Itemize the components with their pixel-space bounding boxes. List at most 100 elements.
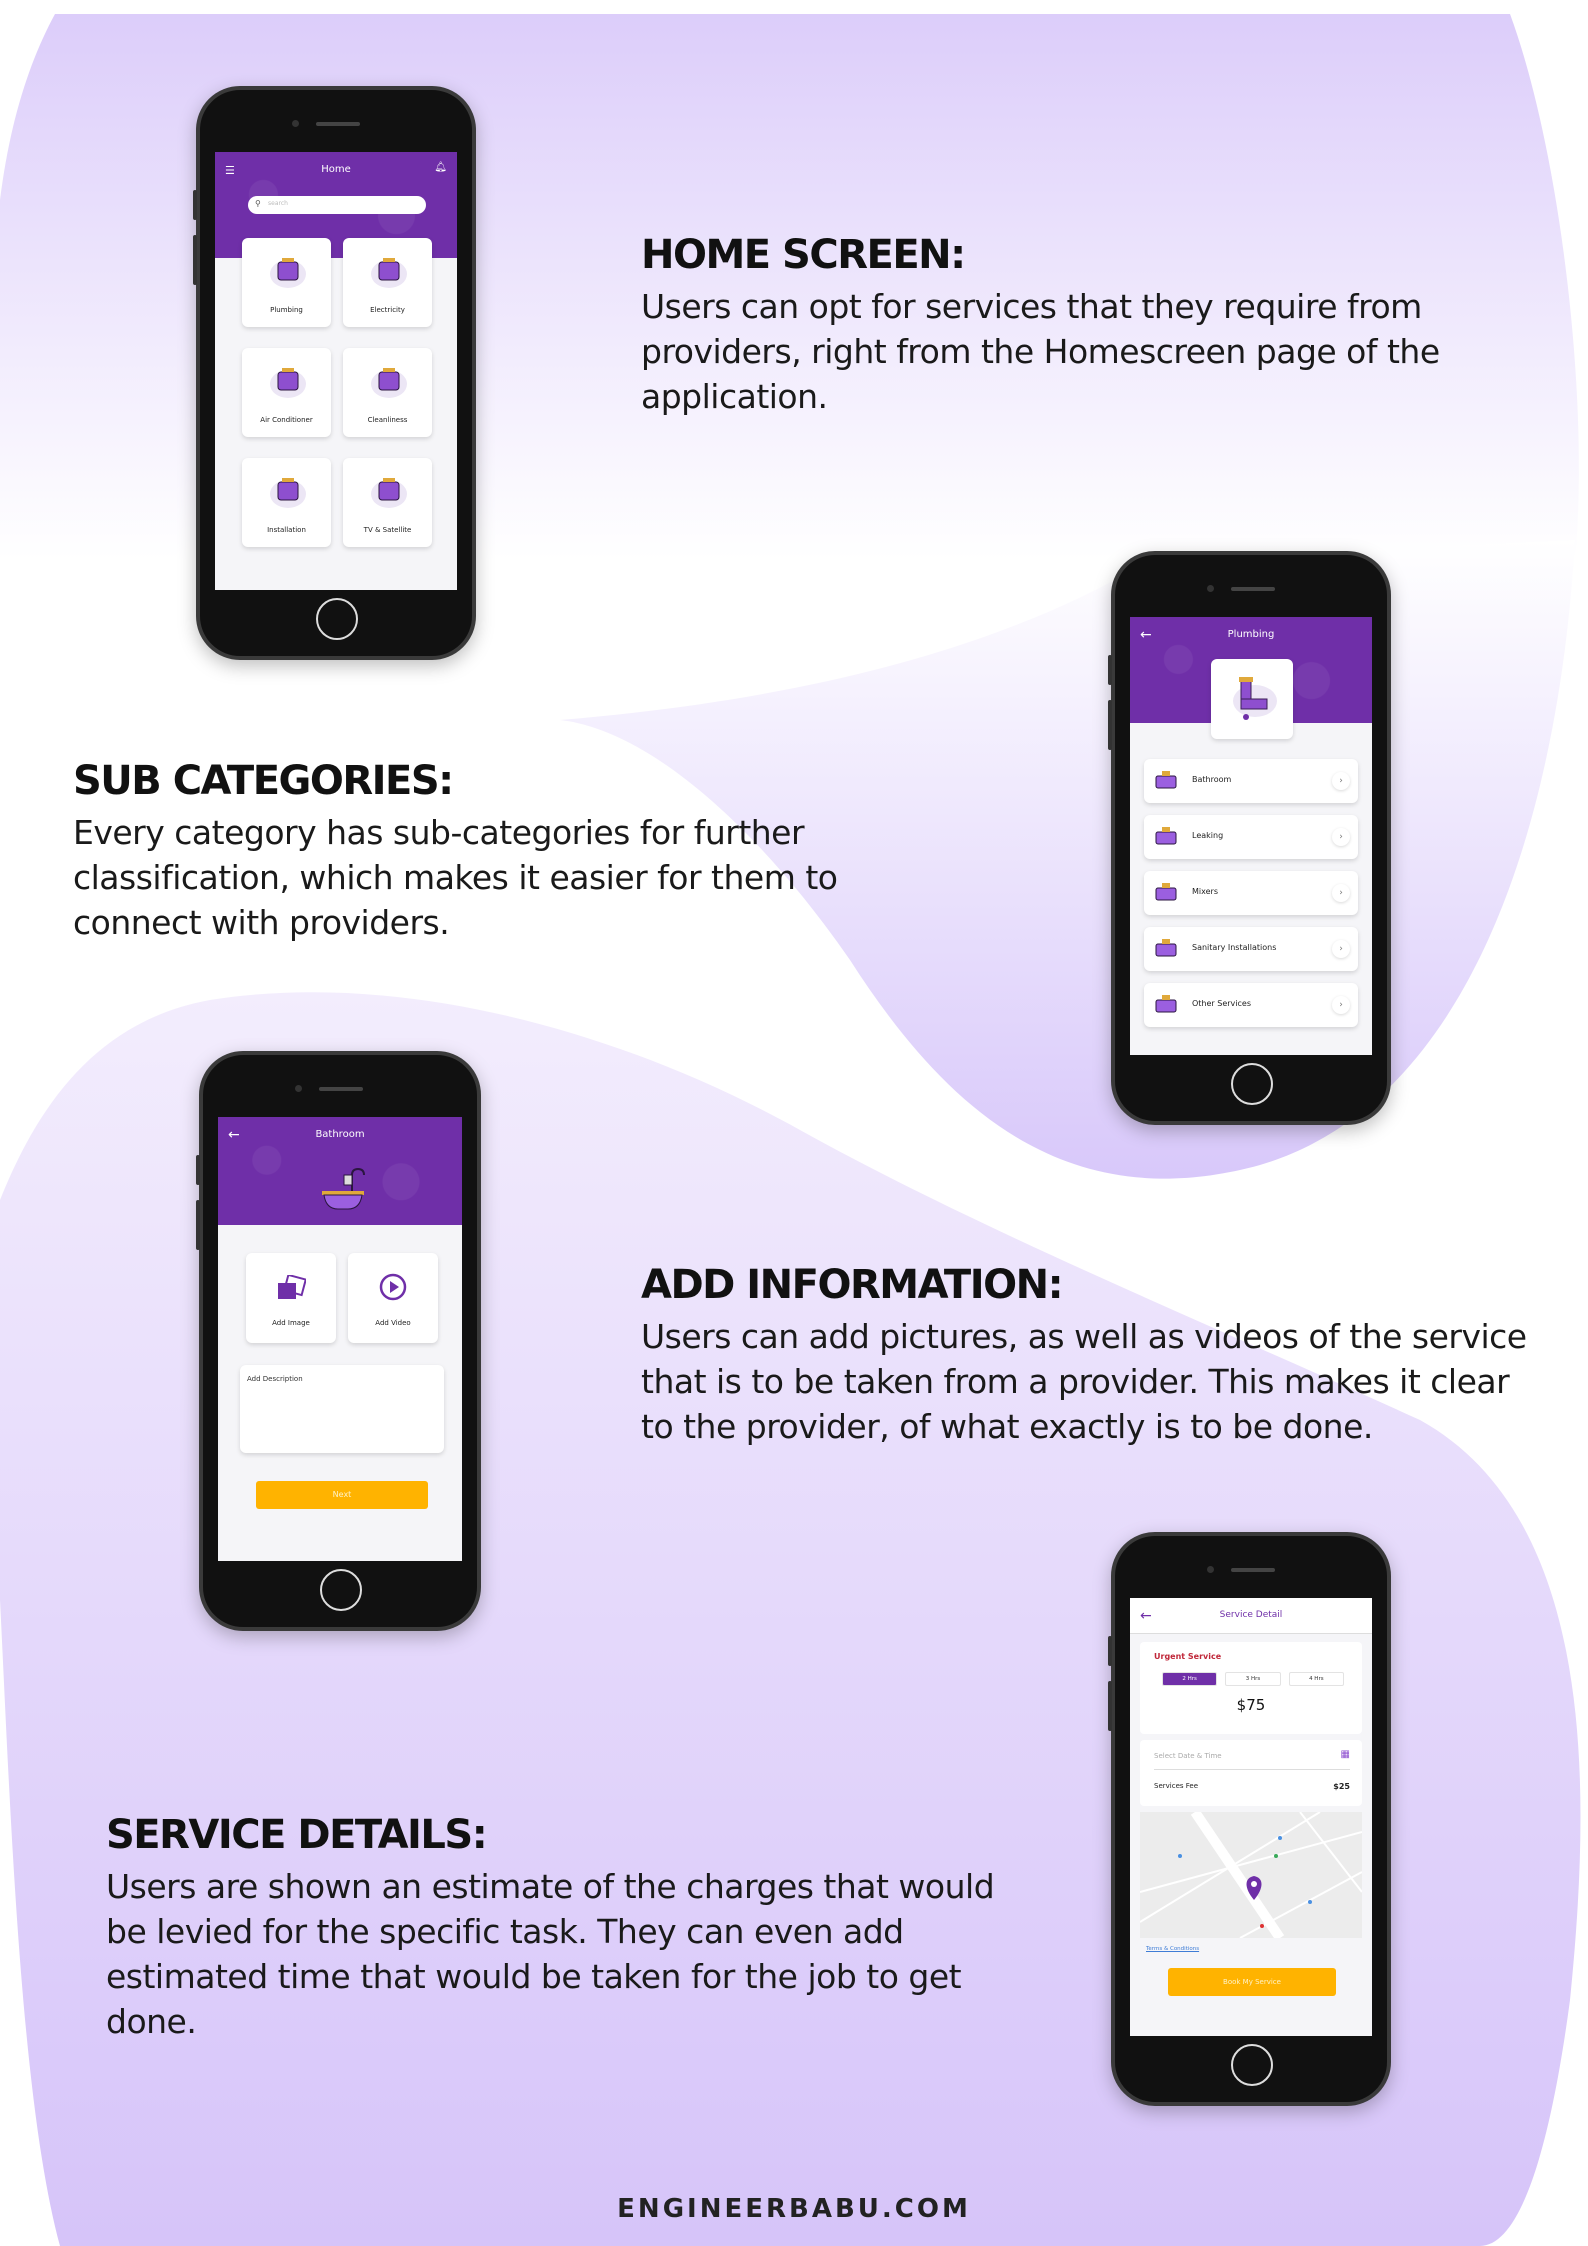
fee-value: $25 [1333, 1782, 1350, 1791]
price-value: $75 [1236, 1696, 1266, 1714]
subcategory-label: Leaking [1192, 831, 1224, 840]
category-card[interactable]: Air Conditioner [242, 348, 331, 437]
category-card[interactable]: TV & Satellite [343, 458, 432, 547]
plumbing-screen: ← Plumbing Bathroom › Leaking › Mixers › Sanit… [1130, 617, 1372, 1055]
image-icon [278, 1275, 306, 1299]
subcategory-item[interactable]: Bathroom › [1144, 759, 1358, 803]
add-image-label: Add Image [272, 1319, 310, 1327]
phone-plumbing: ← Plumbing Bathroom › Leaking › Mixers › Sanit… [1108, 551, 1391, 1125]
chevron-right-icon[interactable]: › [1332, 772, 1350, 790]
duration-option[interactable]: 2 Hrs [1162, 1672, 1218, 1686]
chevron-right-icon[interactable]: › [1332, 940, 1350, 958]
section-title: SERVICE DETAILS: [106, 1812, 488, 1858]
bathtub-icon [322, 1167, 365, 1210]
category-label: Electricity [370, 306, 405, 314]
section-body: Every category has sub-categories for fu… [73, 813, 838, 942]
play-icon [379, 1273, 407, 1301]
section-sub-categories: SUB CATEGORIES: Every category has sub-c… [73, 758, 873, 945]
home-button [1231, 2044, 1273, 2086]
screen-title: Home [321, 164, 351, 175]
subcategory-icon [1155, 883, 1177, 901]
screen-title: Service Detail [1219, 1610, 1283, 1620]
pipe-icon [1233, 677, 1277, 720]
home-button [1231, 1063, 1273, 1105]
air-conditioner-icon [270, 368, 306, 398]
subcategory-label: Bathroom [1192, 775, 1232, 784]
add-video-button[interactable]: Add Video [348, 1253, 438, 1343]
phone-service-detail: ← Service Detail Urgent Service 2 Hrs 3 H… [1108, 1532, 1391, 2106]
date-fee-card: Select Date & Time ▦ Services Fee $25 [1140, 1740, 1362, 1806]
subcategory-icon [1155, 771, 1177, 789]
chevron-right-icon[interactable]: › [1332, 828, 1350, 846]
book-label: Book My Service [1223, 1978, 1281, 1986]
description-input[interactable]: Add Description [240, 1365, 444, 1453]
map-view[interactable] [1140, 1812, 1362, 1938]
duration-option[interactable]: 4 Hrs [1288, 1672, 1344, 1686]
subcategory-item[interactable]: Mixers › [1144, 871, 1358, 915]
add-video-label: Add Video [375, 1319, 411, 1327]
section-title: SUB CATEGORIES: [73, 758, 454, 804]
subcategory-label: Sanitary Installations [1192, 943, 1277, 952]
subcategory-label: Mixers [1192, 887, 1218, 896]
gear-wrench-icon [270, 478, 306, 508]
section-body: Users can opt for services that they req… [641, 287, 1440, 416]
service-detail-screen: ← Service Detail Urgent Service 2 Hrs 3 H… [1130, 1598, 1372, 2036]
home-screen: ☰ Home 🔔︎ ⚲ search Plumbing Electricity Ai… [215, 152, 457, 590]
urgent-service-card: Urgent Service 2 Hrs 3 Hrs 4 Hrs $75 [1140, 1642, 1362, 1734]
terms-link[interactable]: Terms & Conditions [1146, 1946, 1199, 1952]
add-image-button[interactable]: Add Image [246, 1253, 336, 1343]
screen-title: Bathroom [315, 1129, 365, 1140]
chevron-right-icon[interactable]: › [1332, 996, 1350, 1014]
bell-icon[interactable]: 🔔︎ [434, 162, 447, 173]
footer-website: ENGINEERBABU.COM [617, 2194, 971, 2224]
plumbing-icon-card [1211, 659, 1293, 739]
subcategory-item[interactable]: Leaking › [1144, 815, 1358, 859]
section-body: Users are shown an estimate of the charg… [106, 1867, 995, 2041]
category-label: Plumbing [270, 306, 303, 314]
section-title: HOME SCREEN: [641, 232, 966, 278]
date-time-input[interactable]: Select Date & Time ▦ [1154, 1748, 1350, 1770]
screen-title: Plumbing [1227, 629, 1275, 640]
subcategory-icon [1155, 939, 1177, 957]
search-icon: ⚲ [255, 199, 261, 208]
book-service-button[interactable]: Book My Service [1168, 1968, 1336, 1996]
subcategory-icon [1155, 827, 1177, 845]
vacuum-icon [371, 368, 407, 398]
duration-option[interactable]: 3 Hrs [1225, 1672, 1281, 1686]
subcategory-item[interactable]: Other Services › [1144, 983, 1358, 1027]
phone-bathroom: ← Bathroom Add Image Add Video Add Descr… [196, 1051, 481, 1631]
home-button [320, 1569, 362, 1611]
category-card[interactable]: Electricity [343, 238, 432, 327]
bathroom-screen: ← Bathroom Add Image Add Video Add Descr… [218, 1117, 462, 1561]
next-label: Next [332, 1490, 352, 1499]
next-button[interactable]: Next [256, 1481, 428, 1509]
calendar-icon[interactable]: ▦ [1341, 1749, 1350, 1760]
section-service-details: SERVICE DETAILS: Users are shown an esti… [106, 1812, 1006, 2044]
pipe-icon [270, 258, 306, 288]
category-label: Cleanliness [367, 416, 408, 424]
search-input[interactable]: ⚲ search [248, 196, 426, 214]
category-card[interactable]: Plumbing [242, 238, 331, 327]
subcategory-item[interactable]: Sanitary Installations › [1144, 927, 1358, 971]
section-body: Users can add pictures, as well as video… [641, 1317, 1527, 1446]
category-label: TV & Satellite [363, 526, 412, 534]
category-label: Installation [267, 526, 306, 534]
category-card[interactable]: Installation [242, 458, 331, 547]
chevron-right-icon[interactable]: › [1332, 884, 1350, 902]
section-home-screen: HOME SCREEN: Users can opt for services … [641, 232, 1541, 419]
phone-home: ☰ Home 🔔︎ ⚲ search Plumbing Electricity Ai… [193, 86, 476, 660]
section-title: ADD INFORMATION: [641, 1262, 1064, 1308]
section-add-information: ADD INFORMATION: Users can add pictures,… [641, 1262, 1541, 1449]
description-placeholder: Add Description [247, 1375, 303, 1383]
tv-icon [371, 478, 407, 508]
category-label: Air Conditioner [260, 416, 313, 424]
subcategory-label: Other Services [1192, 999, 1251, 1008]
fee-label: Services Fee [1154, 1782, 1198, 1790]
date-placeholder: Select Date & Time [1154, 1752, 1222, 1760]
urgent-service-label: Urgent Service [1154, 1652, 1222, 1661]
category-card[interactable]: Cleanliness [343, 348, 432, 437]
plug-icon [371, 258, 407, 288]
home-button [316, 598, 358, 640]
subcategory-icon [1155, 995, 1177, 1013]
search-placeholder: search [268, 200, 288, 207]
